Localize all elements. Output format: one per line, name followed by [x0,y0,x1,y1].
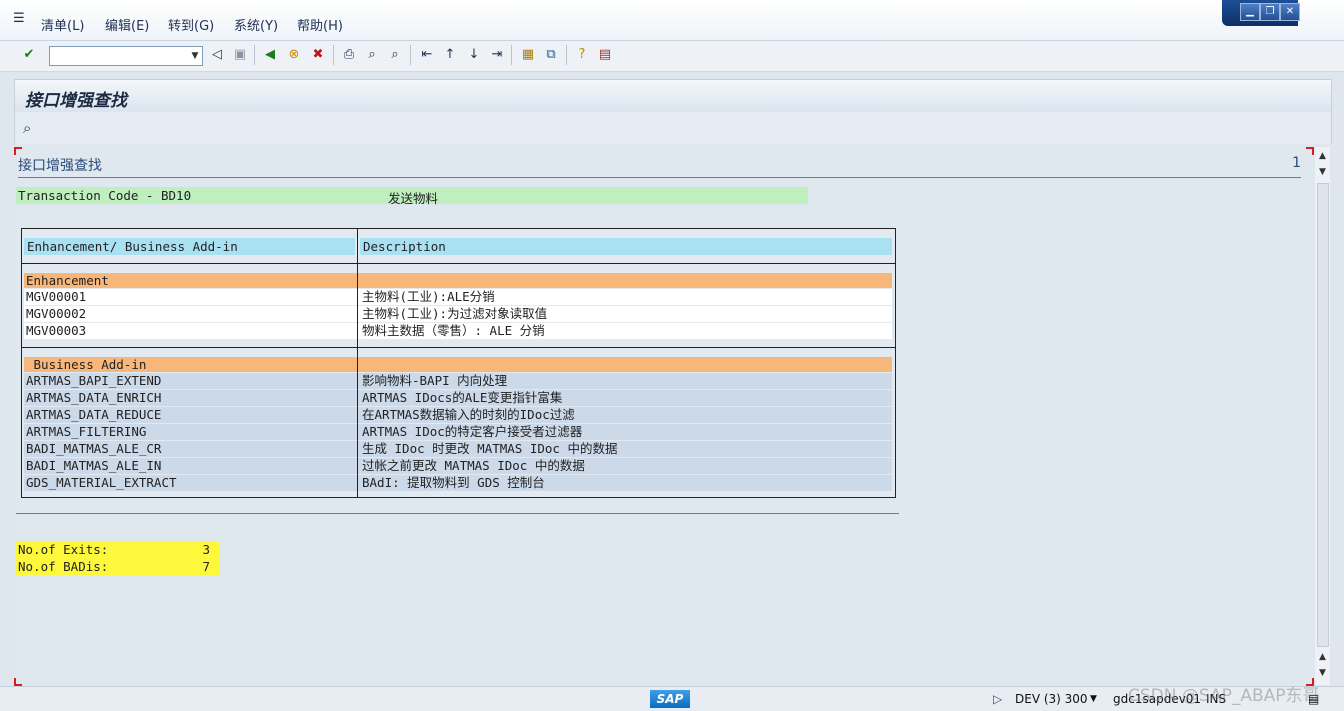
menu-edit[interactable]: 编辑(E) [105,15,149,34]
table-row[interactable]: ARTMAS_BAPI_EXTEND 影响物料-BAPI 内向处理 [24,373,892,389]
chevron-down-icon[interactable]: ▼ [188,47,202,65]
expand-status-icon[interactable]: ▷ [993,692,1002,706]
list-divider [16,513,899,514]
find-icon[interactable]: ⌕ [364,47,380,63]
badis-label: No.of BADis: [18,559,109,574]
system-info: DEV (3) 300 [1015,692,1088,706]
previous-page-icon[interactable]: ↑ [442,47,458,63]
print-icon[interactable]: ⎙ [341,47,357,63]
title-bar: 接口增强查找 [14,79,1332,112]
vertical-scrollbar[interactable]: ▲ ▼ ▲ ▼ [1315,147,1330,685]
enter-check-icon[interactable]: ✔ [21,47,37,63]
command-field[interactable]: ▼ [49,46,203,66]
first-page-icon[interactable]: ⇤ [419,47,435,63]
list-output: 接口增强查找 1 Transaction Code - BD10 发送物料 En… [14,147,1314,685]
page-title: 接口增强查找 [25,91,127,111]
enhancement-table: Enhancement/ Business Add-in Description… [21,228,896,498]
table-row[interactable]: MGV00002 主物料(工业):为过滤对象读取值 [24,306,892,322]
table-divider [22,347,895,348]
menu-help[interactable]: 帮助(H) [297,15,343,34]
table-row[interactable]: ARTMAS_DATA_REDUCE 在ARTMAS数据输入的时刻的IDoc过滤 [24,407,892,423]
table-row[interactable]: MGV00003 物料主数据（零售）: ALE 分销 [24,323,892,339]
next-page-icon[interactable]: ↓ [466,47,482,63]
cancel-icon[interactable]: ✖ [310,47,326,63]
shortcut-icon[interactable]: ⧉ [543,47,559,63]
close-icon[interactable]: ✕ [1280,3,1300,21]
column-header-description: Description [360,238,892,255]
corner-marker [14,147,22,155]
application-toolbar: ⌕ [14,112,1332,144]
minimize-icon[interactable]: ▁ [1240,3,1260,21]
table-row[interactable]: BADI_MATMAS_ALE_CR 生成 IDoc 时更改 MATMAS ID… [24,441,892,457]
exits-count-row: No.of Exits: 3 [16,541,220,558]
system-dropdown-icon[interactable]: ▼ [1090,694,1097,704]
corner-marker [14,678,22,686]
table-row[interactable]: MGV00001 主物料(工业):ALE分销 [24,289,892,305]
table-row[interactable]: BADI_MATMAS_ALE_IN 过帐之前更改 MATMAS IDoc 中的… [24,458,892,474]
menu-system[interactable]: 系统(Y) [234,15,278,34]
last-page-icon[interactable]: ⇥ [489,47,505,63]
section-business-add-in: Business Add-in [24,357,892,372]
status-bar: SAP ▷ DEV (3) 300 ▼ gdc1sapdev01 INS CSD… [0,686,1344,711]
scroll-up-bottom-icon[interactable]: ▲ [1315,650,1330,665]
table-row[interactable]: GDS_MATERIAL_EXTRACT BAdI: 提取物料到 GDS 控制台 [24,475,892,491]
sap-logo: SAP [650,690,690,708]
table-row[interactable]: ARTMAS_FILTERING ARTMAS IDoc的特定客户接受者过滤器 [24,424,892,440]
scroll-down-icon[interactable]: ▼ [1315,666,1330,681]
header-divider [18,177,1301,178]
find-next-icon[interactable]: ⌕ [387,47,403,63]
corner-marker [1306,147,1314,155]
column-header-enhancement: Enhancement/ Business Add-in [24,238,355,255]
exit-icon[interactable]: ⊗ [286,47,302,63]
badis-count-row: No.of BADis: 7 [16,558,220,575]
standard-toolbar: ✔ ▼ ◁ ▣ ◀ ⊗ ✖ ⎙ ⌕ ⌕ ⇤ ↑ ↓ ⇥ ▦ ⧉ ? ▤ [0,41,1344,72]
restore-icon[interactable]: ❐ [1260,3,1280,21]
save-icon[interactable]: ▣ [232,47,248,63]
column-divider [357,229,358,497]
page-number: 1 [1292,155,1301,171]
customize-layout-icon[interactable]: ▤ [597,47,613,63]
back-icon[interactable]: ◀ [262,47,278,63]
exits-label: No.of Exits: [18,542,109,557]
help-icon[interactable]: ? [574,47,590,63]
window-controls: ▁ ❐ ✕ [1222,0,1300,26]
list-header: 接口增强查找 [18,158,102,174]
tcode-label: Transaction Code - BD10 [18,188,192,203]
tcode-row: Transaction Code - BD10 发送物料 [16,187,808,206]
session-icon[interactable]: ▤ [1308,692,1319,706]
badis-value: 7 [202,559,210,574]
menu-icon[interactable]: ☰ [13,11,25,26]
menu-bar: ☰ 清单(L) 编辑(E) 转到(G) 系统(Y) 帮助(H) ▁ ❐ ✕ [0,0,1344,41]
watermark: CSDN @SAP_ABAP东哥 [1128,686,1320,706]
table-divider [22,263,895,264]
scroll-down-top-icon[interactable]: ▼ [1315,165,1330,180]
tcode-text: 发送物料 [388,191,439,206]
table-row[interactable]: ARTMAS_DATA_ENRICH ARTMAS IDocs的ALE变更指针富… [24,390,892,406]
create-session-icon[interactable]: ▦ [520,47,536,63]
search-icon[interactable]: ⌕ [23,119,31,137]
scroll-thumb[interactable] [1317,183,1329,647]
collapse-arrow-icon[interactable]: ◁ [209,47,225,63]
scroll-up-icon[interactable]: ▲ [1315,149,1330,164]
menu-goto[interactable]: 转到(G) [168,15,214,34]
section-enhancement: Enhancement [24,273,892,288]
exits-value: 3 [202,542,210,557]
menu-list[interactable]: 清单(L) [41,15,84,34]
